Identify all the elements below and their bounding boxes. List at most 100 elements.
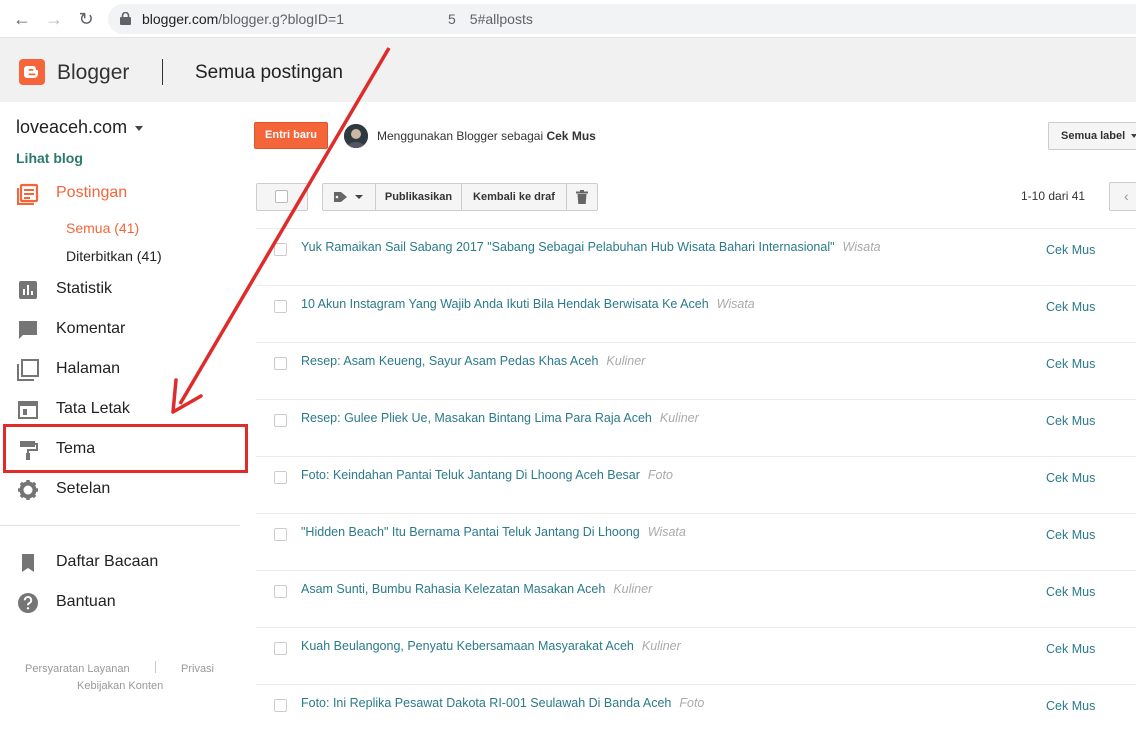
- address-bar[interactable]: blogger.com/blogger.g?blogID=1 5 5#allpost…: [108, 4, 1136, 34]
- stats-icon: [19, 281, 37, 299]
- row-checkbox[interactable]: [274, 642, 287, 655]
- row-checkbox[interactable]: [274, 357, 287, 370]
- post-author-link[interactable]: Cek Mus: [1046, 243, 1095, 257]
- table-row[interactable]: 10 Akun Instagram Yang Wajib Anda Ikuti …: [256, 285, 1136, 342]
- delete-button[interactable]: [566, 183, 598, 211]
- publish-button[interactable]: Publikasikan: [375, 183, 462, 211]
- pages-icon: [17, 359, 39, 381]
- row-checkbox[interactable]: [274, 528, 287, 541]
- post-category: Wisata: [647, 525, 686, 539]
- post-title-link[interactable]: Foto: Keindahan Pantai Teluk Jantang Di …: [301, 468, 673, 482]
- app-header: Blogger Semua postingan: [0, 38, 1136, 102]
- terms-link[interactable]: Persyaratan Layanan: [25, 663, 130, 675]
- table-row[interactable]: "Hidden Beach" Itu Bernama Pantai Teluk …: [256, 513, 1136, 570]
- avatar[interactable]: [344, 124, 368, 148]
- sidebar-subitem-all[interactable]: Semua (41): [66, 220, 139, 236]
- header-divider: [162, 59, 163, 85]
- post-author-link[interactable]: Cek Mus: [1046, 585, 1095, 599]
- post-title-link[interactable]: "Hidden Beach" Itu Bernama Pantai Teluk …: [301, 525, 686, 539]
- post-category: Foto: [647, 468, 673, 482]
- sidebar: loveaceh.com Lihat blog Postingan Semua …: [0, 102, 250, 702]
- help-icon: [18, 593, 38, 613]
- reload-icon[interactable]: ↻: [76, 9, 96, 29]
- sidebar-item-pages[interactable]: Halaman: [0, 354, 240, 386]
- label-tag-button[interactable]: [322, 183, 376, 211]
- post-title[interactable]: Foto: Keindahan Pantai Teluk Jantang Di …: [301, 468, 640, 482]
- post-author-link[interactable]: Cek Mus: [1046, 471, 1095, 485]
- comment-icon: [19, 321, 37, 339]
- sidebar-item-label: Halaman: [56, 360, 121, 377]
- post-title-link[interactable]: 10 Akun Instagram Yang Wajib Anda Ikuti …: [301, 297, 755, 311]
- post-title[interactable]: Asam Sunti, Bumbu Rahasia Kelezatan Masa…: [301, 582, 605, 596]
- label-filter-dropdown[interactable]: Semua label: [1048, 122, 1136, 150]
- post-category: Kuliner: [641, 639, 681, 653]
- post-author-link[interactable]: Cek Mus: [1046, 357, 1095, 371]
- post-title[interactable]: Resep: Asam Keueng, Sayur Asam Pedas Kha…: [301, 354, 598, 368]
- sidebar-item-layout[interactable]: Tata Letak: [0, 394, 240, 426]
- sidebar-item-settings[interactable]: Setelan: [0, 474, 240, 506]
- table-row[interactable]: Foto: Keindahan Pantai Teluk Jantang Di …: [256, 456, 1136, 513]
- post-title[interactable]: 10 Akun Instagram Yang Wajib Anda Ikuti …: [301, 297, 709, 311]
- tag-icon: [334, 192, 363, 202]
- sidebar-item-posts[interactable]: Postingan: [0, 178, 240, 210]
- table-row[interactable]: Yuk Ramaikan Sail Sabang 2017 "Sabang Se…: [256, 228, 1136, 285]
- post-author-link[interactable]: Cek Mus: [1046, 414, 1095, 428]
- blog-selector[interactable]: loveaceh.com: [16, 117, 144, 138]
- trash-icon: [576, 190, 588, 204]
- table-row[interactable]: Asam Sunti, Bumbu Rahasia Kelezatan Masa…: [256, 570, 1136, 627]
- pagination-text: 1-10 dari 41: [1021, 189, 1086, 203]
- table-row[interactable]: Resep: Gulee Pliek Ue, Masakan Bintang L…: [256, 399, 1136, 456]
- row-checkbox[interactable]: [274, 471, 287, 484]
- post-title-link[interactable]: Foto: Ini Replika Pesawat Dakota RI-001 …: [301, 696, 704, 710]
- row-checkbox[interactable]: [274, 300, 287, 313]
- table-row[interactable]: Kuah Beulangong, Penyatu Kebersamaan Mas…: [256, 627, 1136, 684]
- blogger-logo-icon[interactable]: [19, 59, 45, 85]
- annotation-highlight-box: [3, 424, 248, 473]
- sidebar-item-comments[interactable]: Komentar: [0, 314, 240, 346]
- post-title-link[interactable]: Asam Sunti, Bumbu Rahasia Kelezatan Masa…: [301, 582, 652, 596]
- back-icon[interactable]: ←: [12, 9, 32, 29]
- row-checkbox[interactable]: [274, 585, 287, 598]
- post-author-link[interactable]: Cek Mus: [1046, 642, 1095, 656]
- sidebar-item-help[interactable]: Bantuan: [0, 587, 240, 619]
- row-checkbox[interactable]: [274, 699, 287, 712]
- post-title[interactable]: Foto: Ini Replika Pesawat Dakota RI-001 …: [301, 696, 671, 710]
- post-author-link[interactable]: Cek Mus: [1046, 300, 1095, 314]
- layout-icon: [18, 401, 38, 419]
- lock-icon: [120, 12, 131, 25]
- post-title-link[interactable]: Resep: Gulee Pliek Ue, Masakan Bintang L…: [301, 411, 699, 425]
- post-title[interactable]: Resep: Gulee Pliek Ue, Masakan Bintang L…: [301, 411, 652, 425]
- sidebar-item-label: Komentar: [56, 320, 126, 337]
- privacy-link[interactable]: Privasi: [181, 663, 214, 675]
- signed-in-as-text: Menggunakan Blogger sebagai Cek Mus: [377, 129, 596, 143]
- chevron-down-icon: [1131, 134, 1136, 139]
- post-title[interactable]: Yuk Ramaikan Sail Sabang 2017 "Sabang Se…: [301, 240, 835, 254]
- post-author-link[interactable]: Cek Mus: [1046, 699, 1095, 713]
- table-row[interactable]: Resep: Asam Keueng, Sayur Asam Pedas Kha…: [256, 342, 1136, 399]
- post-title-link[interactable]: Yuk Ramaikan Sail Sabang 2017 "Sabang Se…: [301, 240, 881, 254]
- sidebar-item-stats[interactable]: Statistik: [0, 274, 240, 306]
- post-title[interactable]: Kuah Beulangong, Penyatu Kebersamaan Mas…: [301, 639, 634, 653]
- sidebar-subitem-published[interactable]: Diterbitkan (41): [66, 248, 162, 264]
- content-policy-link[interactable]: Kebijakan Konten: [77, 680, 163, 692]
- previous-page-button[interactable]: ‹: [1109, 182, 1136, 211]
- table-row[interactable]: Foto: Ini Replika Pesawat Dakota RI-001 …: [256, 684, 1136, 741]
- post-title-link[interactable]: Kuah Beulangong, Penyatu Kebersamaan Mas…: [301, 639, 681, 653]
- post-title-link[interactable]: Resep: Asam Keueng, Sayur Asam Pedas Kha…: [301, 354, 645, 368]
- row-checkbox[interactable]: [274, 243, 287, 256]
- post-author-link[interactable]: Cek Mus: [1046, 528, 1095, 542]
- checkbox[interactable]: [275, 190, 288, 203]
- sidebar-item-label: Bantuan: [56, 593, 116, 610]
- chevron-left-icon: ‹: [1124, 188, 1129, 204]
- post-title[interactable]: "Hidden Beach" Itu Bernama Pantai Teluk …: [301, 525, 640, 539]
- sidebar-divider: [0, 525, 240, 526]
- posts-icon: [17, 183, 39, 205]
- row-checkbox[interactable]: [274, 414, 287, 427]
- view-blog-link[interactable]: Lihat blog: [16, 150, 83, 166]
- sidebar-item-reading-list[interactable]: Daftar Bacaan: [0, 547, 240, 579]
- revert-to-draft-button[interactable]: Kembali ke draf: [461, 183, 567, 211]
- forward-icon[interactable]: →: [44, 9, 64, 29]
- new-post-button[interactable]: Entri baru: [254, 122, 328, 149]
- select-all-checkbox-button[interactable]: [256, 183, 308, 211]
- page-title: Semua postingan: [195, 62, 343, 83]
